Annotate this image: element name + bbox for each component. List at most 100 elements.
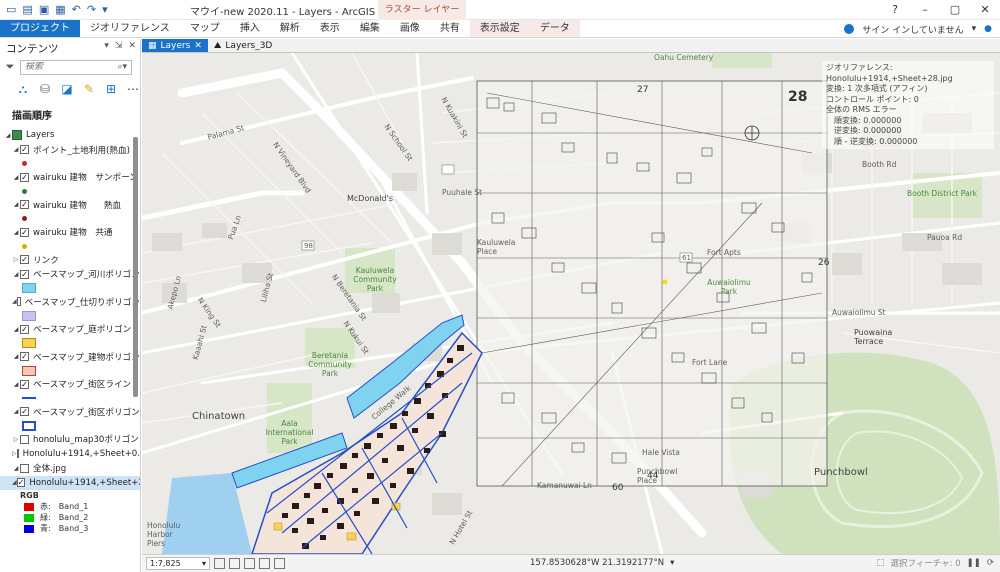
coordinate-system-dropdown-icon[interactable]: ▾	[670, 558, 674, 568]
table-icon[interactable]	[244, 558, 255, 569]
layer-symbol-row[interactable]	[0, 212, 140, 225]
crosshair-icon[interactable]	[259, 558, 270, 569]
layer-symbol-row[interactable]	[0, 392, 140, 405]
pane-close-icon[interactable]: ✕	[128, 41, 136, 51]
layer-visibility-checkbox[interactable]	[20, 434, 29, 444]
filter-icon[interactable]: ⏷	[4, 60, 16, 74]
point-symbol[interactable]	[22, 216, 27, 221]
layer-row[interactable]: ◢ ✓ ベースマップ_街区ポリゴン	[0, 405, 140, 420]
contents-search[interactable]: ⌕▾	[20, 59, 132, 75]
layer-visibility-checkbox[interactable]: ✓	[20, 145, 29, 155]
signin-area[interactable]: サイン インしていません ▾ ●	[844, 20, 1000, 38]
layer-visibility-checkbox[interactable]: ✓	[20, 200, 29, 210]
maximize-button[interactable]: ▢	[940, 0, 970, 20]
pin-icon[interactable]: ⇲	[115, 41, 123, 51]
ribbon-tab-1[interactable]: ジオリファレンス	[80, 20, 180, 37]
new-project-icon[interactable]: ▭	[6, 3, 16, 16]
layer-visibility-checkbox[interactable]: ✓	[20, 269, 29, 279]
band-color-swatch[interactable]	[24, 513, 34, 522]
point-symbol[interactable]	[22, 161, 27, 166]
layer-row[interactable]: ◢ ✓ ポイント_土地利用(熱血)	[0, 143, 140, 158]
layer-symbol-row[interactable]	[0, 337, 140, 350]
drawing-order-icon[interactable]: ⛬	[16, 82, 30, 96]
tab-layers[interactable]: ▦ Layers ✕	[142, 39, 208, 52]
layer-visibility-checkbox[interactable]: ✓	[20, 227, 29, 237]
layer-visibility-checkbox[interactable]	[16, 297, 21, 307]
layer-row[interactable]: ◢ ✓ wairuku 建物 サンポーン	[0, 170, 140, 185]
expanded-triangle-icon[interactable]: ◢	[12, 408, 20, 415]
expanded-triangle-icon[interactable]: ◢	[12, 326, 20, 333]
save-icon[interactable]: ▣	[39, 3, 49, 16]
expanded-triangle-icon[interactable]: ◢	[12, 381, 20, 388]
polygon-symbol[interactable]	[22, 420, 36, 431]
layer-row[interactable]: ◢ ✓ ベースマップ_建物ポリゴン	[0, 350, 140, 365]
layer-row[interactable]: ◢ ✓ ベースマップ_庭ポリゴン	[0, 322, 140, 337]
layer-symbol-row[interactable]	[0, 364, 140, 377]
customize-qat-icon[interactable]: ▾	[102, 3, 108, 16]
ribbon-tab-6[interactable]: 編集	[350, 20, 390, 37]
layer-visibility-checkbox[interactable]: ✓	[20, 172, 29, 182]
layer-visibility-checkbox[interactable]: ✓	[16, 478, 26, 488]
pane-options-icon[interactable]: ▾	[104, 41, 109, 51]
snapping-icon[interactable]: ⊞	[104, 82, 118, 96]
layer-visibility-checkbox[interactable]: ✓	[20, 379, 29, 389]
band-color-swatch[interactable]	[24, 502, 34, 511]
pause-drawing-icon[interactable]: ❚❚	[967, 558, 981, 568]
contents-scrollbar[interactable]	[133, 137, 138, 397]
search-icon[interactable]: ⌕▾	[117, 62, 127, 72]
expanded-triangle-icon[interactable]: ◢	[12, 201, 20, 208]
layer-visibility-checkbox[interactable]: ✓	[20, 352, 29, 362]
ribbon-tab-8[interactable]: 共有	[430, 20, 470, 37]
layer-row[interactable]: ▷ honolulu_map30ポリゴン	[0, 432, 140, 447]
refresh-icon[interactable]: ⟳	[987, 558, 994, 568]
polygon-symbol[interactable]	[22, 283, 36, 293]
layer-visibility-checkbox[interactable]: ✓	[20, 407, 29, 417]
minimize-button[interactable]: –	[910, 0, 940, 20]
layer-visibility-checkbox[interactable]: ✓	[20, 324, 29, 334]
search-input[interactable]	[25, 62, 105, 72]
layer-row[interactable]: ◢ ✓ wairuku 建物 共通	[0, 225, 140, 240]
undo-icon[interactable]: ↶	[72, 3, 81, 16]
point-symbol[interactable]	[22, 243, 27, 249]
layer-symbol-row[interactable]	[0, 282, 140, 295]
layer-row[interactable]: ◢ ✓ ベースマップ_河川ポリゴン	[0, 267, 140, 282]
layer-row[interactable]: ◢ Layers	[0, 128, 140, 143]
selection-icon[interactable]: ◪	[60, 82, 74, 96]
ribbon-tab-10[interactable]: データ	[529, 20, 580, 37]
layer-visibility-checkbox[interactable]	[16, 449, 19, 459]
expanded-triangle-icon[interactable]: ◢	[12, 465, 20, 472]
layer-visibility-checkbox[interactable]	[20, 463, 29, 473]
notification-icon[interactable]: ●	[984, 24, 992, 34]
band-color-swatch[interactable]	[24, 524, 34, 533]
layer-row[interactable]: ▷ ✓ リンク	[0, 253, 140, 268]
redo-icon[interactable]: ↷	[87, 3, 96, 16]
polygon-symbol[interactable]	[22, 310, 36, 321]
layer-symbol-row[interactable]	[0, 240, 140, 253]
layer-row[interactable]: ◢ ベースマップ_仕切りポリゴン	[0, 295, 140, 310]
line-symbol[interactable]	[22, 397, 36, 399]
expanded-triangle-icon[interactable]: ◢	[12, 146, 20, 153]
layer-symbol-row[interactable]	[0, 185, 140, 198]
layer-row[interactable]: ◢ 全体.jpg	[0, 461, 140, 476]
layer-symbol-row[interactable]	[0, 419, 140, 432]
ribbon-tab-4[interactable]: 解析	[270, 20, 310, 37]
ribbon-tab-0[interactable]: プロジェクト	[0, 20, 80, 37]
more-options-icon[interactable]: ⋯	[126, 82, 140, 96]
layer-row[interactable]: ◢ ✓ ベースマップ_街区ライン	[0, 377, 140, 392]
expanded-triangle-icon[interactable]: ◢	[12, 353, 20, 360]
layer-visibility-checkbox[interactable]: ✓	[20, 255, 29, 265]
layer-row[interactable]: ▷ Honolulu+1914,+Sheet+0.jpg	[0, 447, 140, 462]
data-source-icon[interactable]: ⛁	[38, 82, 52, 96]
expanded-triangle-icon[interactable]: ◢	[12, 174, 20, 181]
editing-icon[interactable]: ✎	[82, 82, 96, 96]
close-button[interactable]: ✕	[970, 0, 1000, 20]
polygon-symbol[interactable]	[22, 365, 36, 376]
layer-symbol-row[interactable]	[0, 157, 140, 170]
fixed-scale-icon[interactable]	[214, 558, 225, 569]
help-button[interactable]: ?	[880, 0, 910, 20]
expanded-triangle-icon[interactable]: ◢	[12, 229, 20, 236]
polygon-symbol[interactable]	[22, 338, 36, 348]
collapsed-triangle-icon[interactable]: ▷	[12, 256, 20, 263]
layer-symbol-row[interactable]	[0, 309, 140, 322]
collapsed-triangle-icon[interactable]: ▷	[12, 436, 20, 443]
